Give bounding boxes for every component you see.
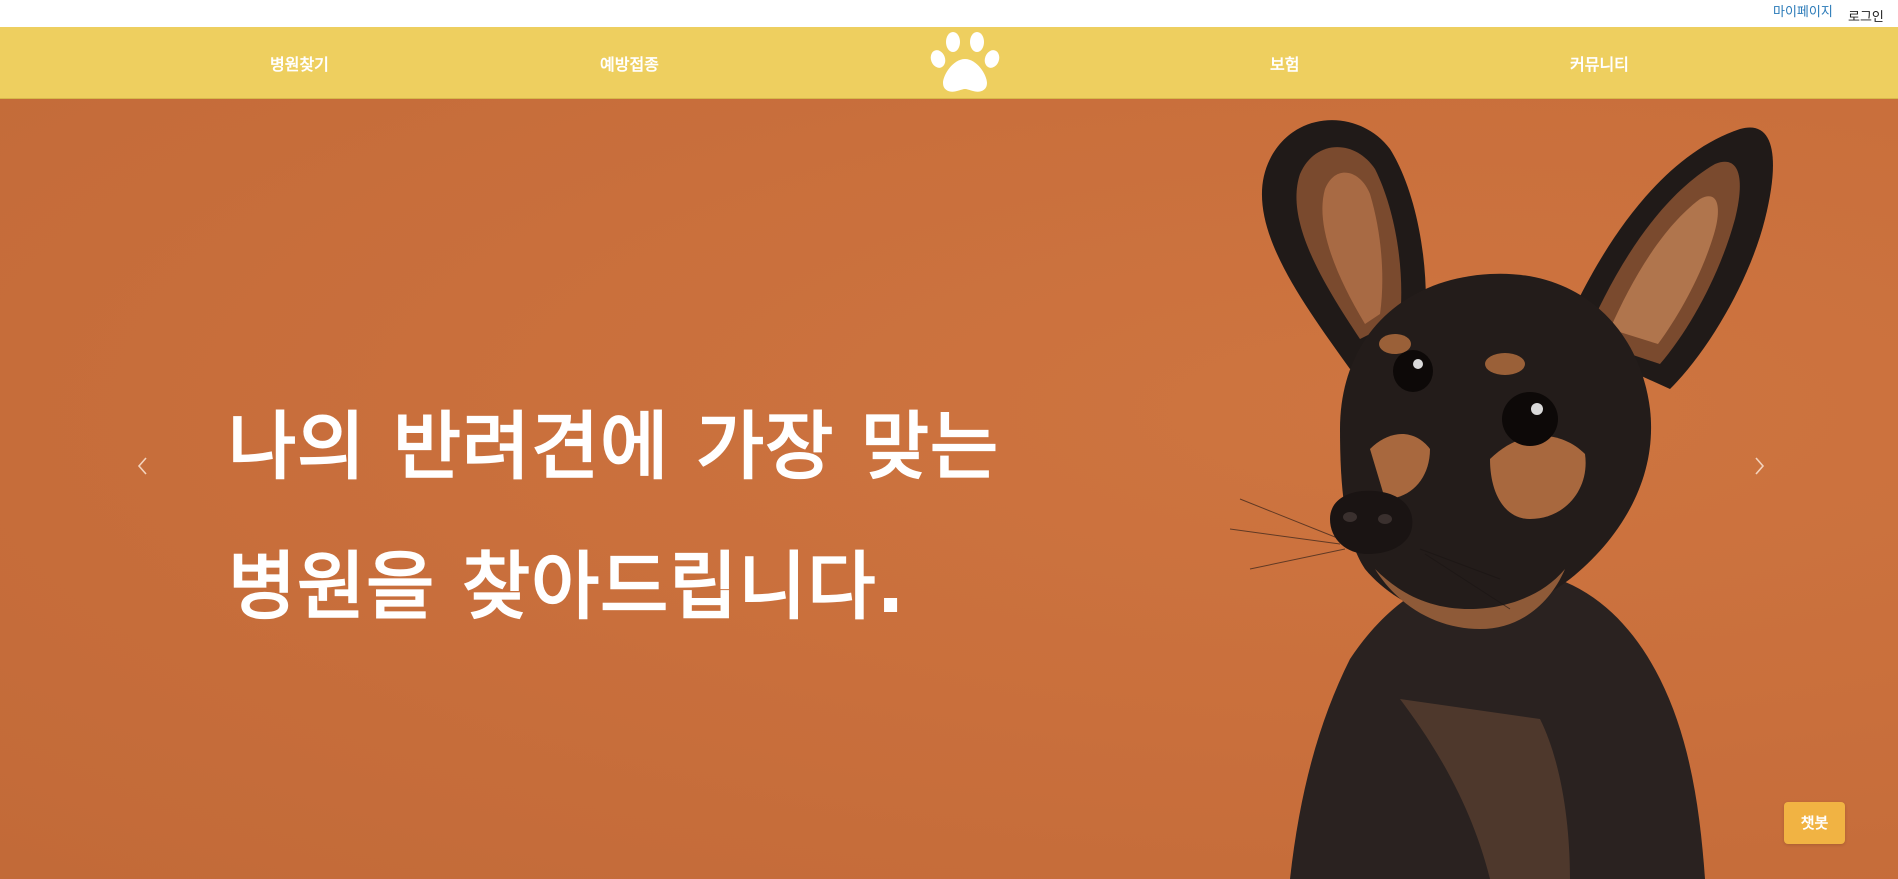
headline-line-2: 병원을 찾아드립니다. [228,544,906,630]
main-nav: 병원찾기 예방접종 보험 커뮤니티 [0,27,1898,99]
chatbot-button[interactable]: 챗봇 [1784,802,1845,844]
headline-line-1: 나의 반려견에 가장 맞는 [228,404,1000,490]
top-utility-bar: 마이페이지 로그인 [0,0,1898,27]
mypage-link[interactable]: 마이페이지 [1773,1,1833,20]
nav-item-hospital-search[interactable]: 병원찾기 [270,51,329,75]
dog-photo [1229,120,1773,879]
nav-item-community[interactable]: 커뮤니티 [1570,51,1629,75]
nav-item-vaccination[interactable]: 예방접종 [600,51,659,75]
hero-headline: 나의 반려견에 가장 맞는 병원을 찾아드립니다. [228,377,1028,657]
nav-item-insurance[interactable]: 보험 [1270,51,1299,75]
login-link[interactable]: 로그인 [1848,6,1884,25]
paw-icon[interactable] [929,29,1001,95]
chevron-left-icon[interactable] [128,451,158,481]
hero-carousel: 나의 반려견에 가장 맞는 병원을 찾아드립니다. [0,99,1898,879]
